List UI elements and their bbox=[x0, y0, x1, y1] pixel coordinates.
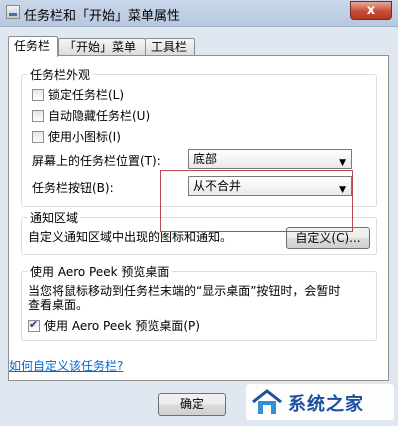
use-aero-peek-label: 使用 Aero Peek 预览桌面(P) bbox=[44, 319, 200, 333]
help-link[interactable]: 如何自定义该任务栏? bbox=[9, 357, 123, 374]
lock-taskbar-label: 锁定任务栏(L) bbox=[48, 88, 125, 102]
use-aero-peek-checkbox[interactable]: 使用 Aero Peek 预览桌面(P) bbox=[28, 317, 200, 334]
checkbox-box[interactable] bbox=[32, 110, 44, 122]
taskbar-buttons-select[interactable]: 从不合并 ▼ bbox=[188, 176, 352, 196]
window-title: 任务栏和「开始」菜单属性 bbox=[24, 9, 181, 24]
tab-start-menu[interactable]: 「开始」菜单 bbox=[58, 38, 146, 55]
title-bar: 任务栏和「开始」菜单属性 x bbox=[0, 0, 398, 27]
taskbar-buttons-value: 从不合并 bbox=[193, 179, 242, 193]
taskbar-location-label: 屏幕上的任务栏位置(T): bbox=[32, 154, 161, 168]
tab-taskbar[interactable]: 任务栏 bbox=[8, 36, 58, 57]
house-logo-icon bbox=[252, 389, 282, 414]
chevron-down-icon: ▼ bbox=[339, 158, 346, 168]
close-button[interactable]: x bbox=[350, 1, 392, 20]
group-title-appearance: 任务栏外观 bbox=[28, 66, 93, 83]
aero-peek-group: 使用 Aero Peek 预览桌面 当您将鼠标移动到任务栏末端的“显示桌面”按钮… bbox=[21, 263, 377, 341]
aero-peek-description-line2: 查看桌面。 bbox=[28, 298, 89, 312]
notification-description: 自定义通知区域中出现的图标和通知。 bbox=[28, 230, 233, 244]
watermark-text: 系统之家 bbox=[288, 394, 364, 415]
checkbox-box[interactable] bbox=[32, 131, 44, 143]
taskbar-location-value: 底部 bbox=[193, 152, 218, 166]
tab-panel: 任务栏外观 锁定任务栏(L) 自动隐藏任务栏(U) 使用小图标(I) 屏幕上的任… bbox=[8, 55, 389, 381]
taskbar-properties-icon bbox=[6, 5, 20, 19]
auto-hide-checkbox[interactable]: 自动隐藏任务栏(U) bbox=[32, 107, 150, 124]
watermark: 系统之家 bbox=[246, 384, 394, 420]
customize-button[interactable]: 自定义(C)... bbox=[286, 227, 370, 249]
tab-toolbars[interactable]: 工具栏 bbox=[145, 38, 195, 55]
notification-area-group: 通知区域 自定义通知区域中出现的图标和通知。 自定义(C)... bbox=[21, 209, 377, 255]
taskbar-appearance-group: 任务栏外观 锁定任务栏(L) 自动隐藏任务栏(U) 使用小图标(I) 屏幕上的任… bbox=[21, 66, 377, 207]
small-icons-checkbox[interactable]: 使用小图标(I) bbox=[32, 128, 121, 145]
taskbar-location-select[interactable]: 底部 ▼ bbox=[188, 149, 352, 169]
taskbar-buttons-label: 任务栏按钮(B): bbox=[32, 181, 114, 195]
small-icons-label: 使用小图标(I) bbox=[48, 130, 121, 144]
checkbox-checked[interactable] bbox=[28, 318, 40, 332]
close-icon: x bbox=[366, 3, 376, 18]
group-title-notification: 通知区域 bbox=[28, 209, 81, 226]
lock-taskbar-checkbox[interactable]: 锁定任务栏(L) bbox=[32, 86, 124, 103]
checkbox-box[interactable] bbox=[32, 89, 44, 101]
ok-button[interactable]: 确定 bbox=[158, 393, 226, 416]
auto-hide-label: 自动隐藏任务栏(U) bbox=[48, 109, 151, 123]
chevron-down-icon: ▼ bbox=[339, 185, 346, 195]
group-title-aero-peek: 使用 Aero Peek 预览桌面 bbox=[28, 263, 172, 280]
